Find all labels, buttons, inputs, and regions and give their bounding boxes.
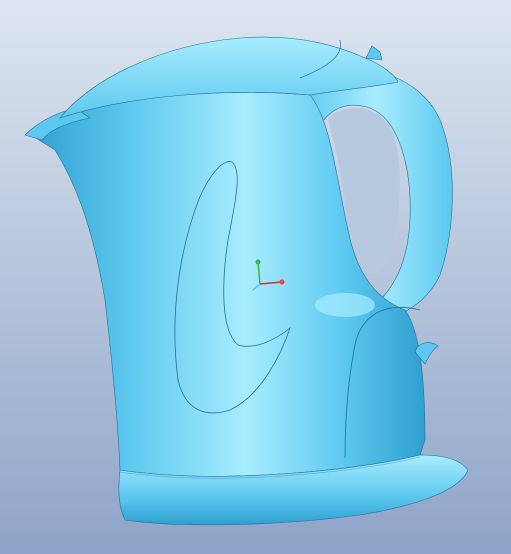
handle-blend-highlight	[315, 293, 375, 317]
viewport-canvas[interactable]	[0, 0, 511, 554]
triad-y-tip	[255, 259, 261, 265]
3d-viewport[interactable]	[0, 0, 511, 554]
triad-x-tip	[279, 279, 285, 285]
